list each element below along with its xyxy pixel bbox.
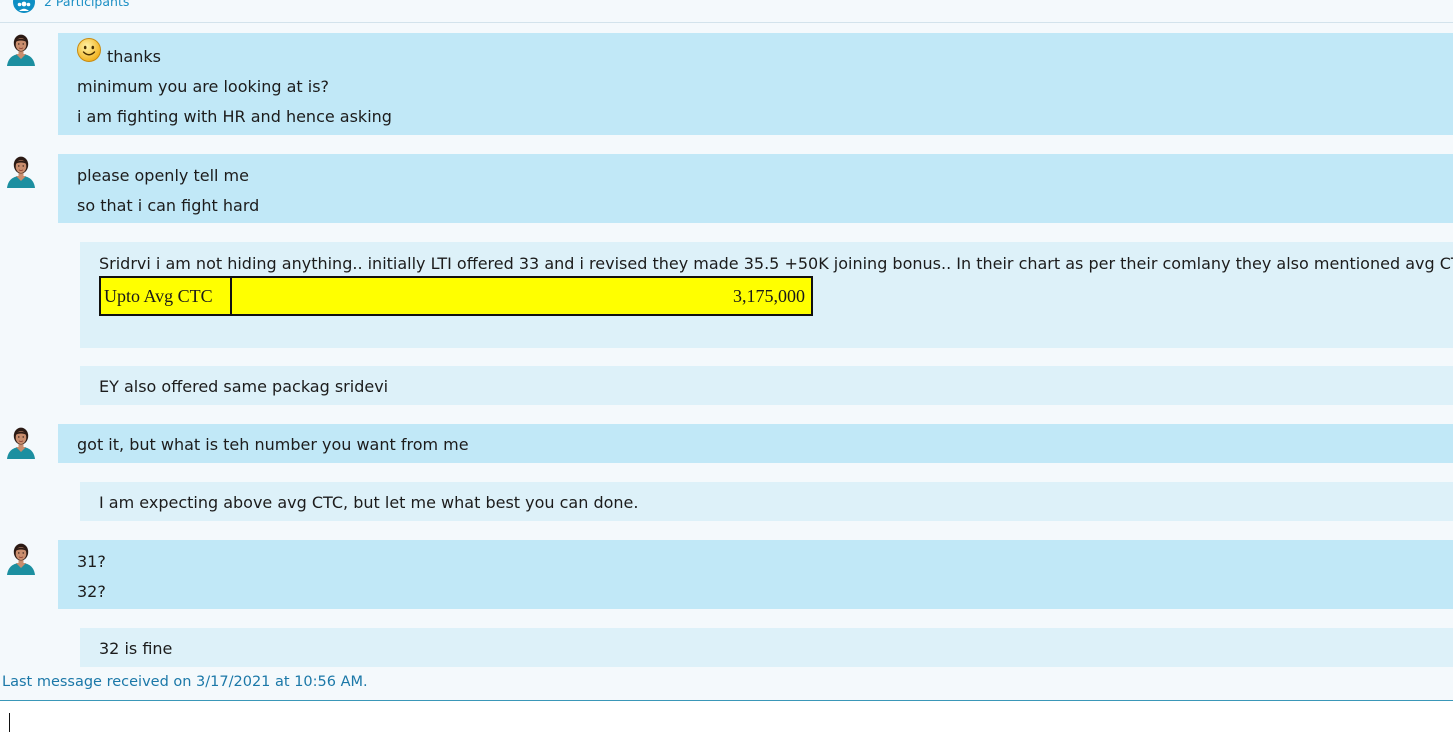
table-cell-divider bbox=[230, 278, 232, 314]
contact-avatar[interactable] bbox=[4, 425, 38, 459]
outgoing-message-bubble: I am expecting above avg CTC, but let me… bbox=[80, 482, 1453, 521]
text-caret bbox=[9, 713, 10, 732]
incoming-message-bubble: thanks minimum you are looking at is? i … bbox=[58, 33, 1453, 135]
contact-avatar[interactable] bbox=[4, 541, 38, 575]
message-text: i am fighting with HR and hence asking bbox=[77, 107, 392, 126]
message-text: 32 is fine bbox=[99, 639, 173, 658]
contact-avatar[interactable] bbox=[4, 32, 38, 66]
message-text: I am expecting above avg CTC, but let me… bbox=[99, 493, 639, 512]
incoming-message-bubble: 31? 32? bbox=[58, 540, 1453, 609]
outgoing-message-bubble: 32 is fine bbox=[80, 628, 1453, 667]
ctc-table-value: 3,175,000 bbox=[733, 286, 805, 306]
message-input[interactable] bbox=[0, 700, 1453, 735]
message-text: please openly tell me bbox=[77, 166, 249, 185]
ctc-table-label: Upto Avg CTC bbox=[104, 286, 213, 306]
conversation-header: 2 Participants bbox=[0, 0, 1453, 23]
participants-icon[interactable] bbox=[13, 0, 35, 13]
message-text: so that i can fight hard bbox=[77, 196, 260, 215]
incoming-message-bubble: please openly tell me so that i can figh… bbox=[58, 154, 1453, 223]
outgoing-message-bubble: EY also offered same packag sridevi bbox=[80, 366, 1453, 405]
message-text: 32? bbox=[77, 582, 106, 601]
contact-avatar[interactable] bbox=[4, 154, 38, 188]
message-text: 31? bbox=[77, 552, 106, 571]
message-text: EY also offered same packag sridevi bbox=[99, 377, 389, 396]
smiley-emoticon-icon bbox=[76, 37, 102, 63]
message-text: got it, but what is teh number you want … bbox=[77, 435, 469, 454]
message-text: Sridrvi i am not hiding anything.. initi… bbox=[99, 254, 1453, 273]
outgoing-message-bubble: Sridrvi i am not hiding anything.. initi… bbox=[80, 242, 1453, 348]
pasted-ctc-table: Upto Avg CTC 3,175,000 bbox=[99, 276, 813, 316]
message-text: thanks bbox=[107, 47, 161, 66]
incoming-message-bubble: got it, but what is teh number you want … bbox=[58, 424, 1453, 463]
last-message-status: Last message received on 3/17/2021 at 10… bbox=[2, 674, 368, 690]
message-text: minimum you are looking at is? bbox=[77, 77, 330, 96]
participants-count-link[interactable]: 2 Participants bbox=[44, 0, 129, 9]
